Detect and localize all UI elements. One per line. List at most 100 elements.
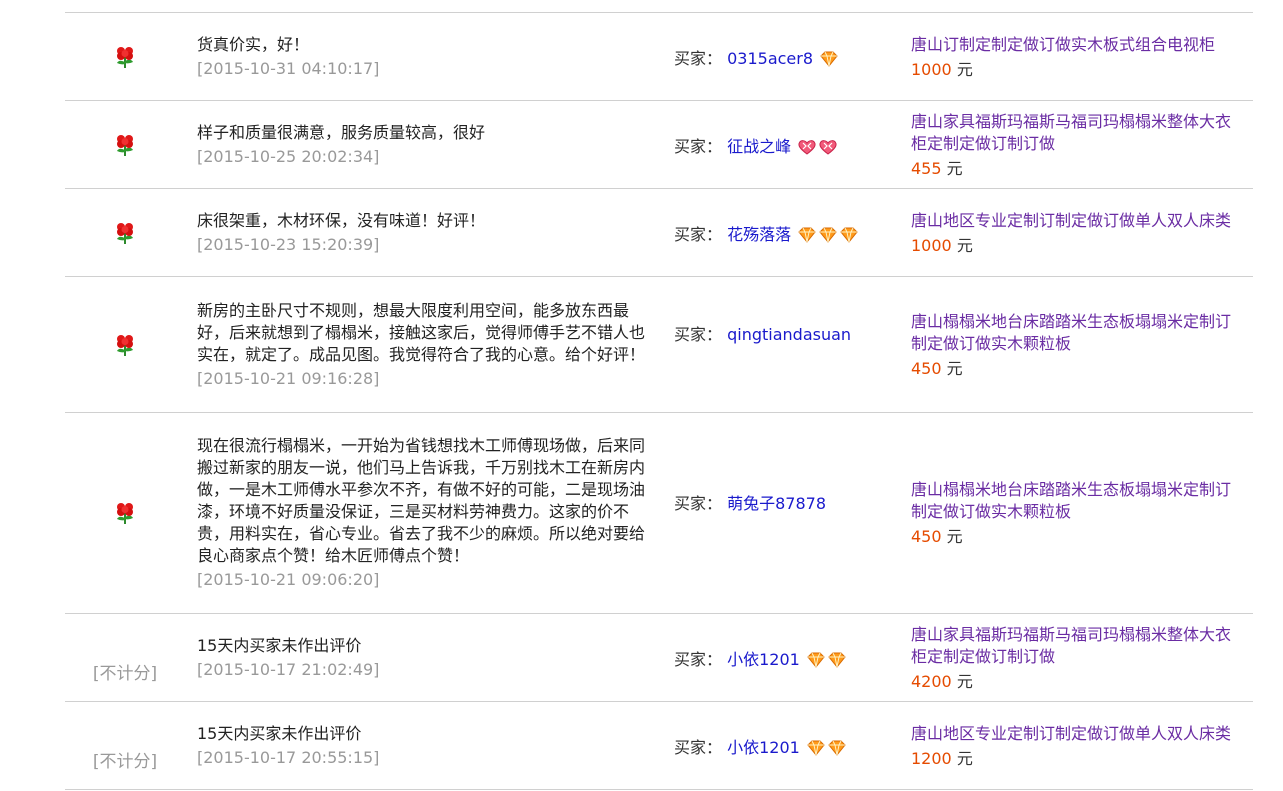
currency-label: 元 — [956, 59, 973, 79]
top-divider — [65, 0, 1253, 13]
item-title-link[interactable]: 唐山地区专业定制订制定做订做单人双人床类 — [911, 723, 1241, 745]
item-cell: 唐山地区专业定制订制定做订做单人双人床类 1000 元 — [911, 189, 1251, 276]
buyer-rank-badge — [797, 227, 859, 243]
buyer-rank-badge — [674, 349, 851, 380]
comment-cell: 床很架重，木材环保，没有味道！好评！ [2015-10-23 15:20:39] — [197, 189, 657, 276]
buyer-label: 买家： — [674, 649, 723, 669]
currency-label: 元 — [956, 671, 973, 691]
comment-date: [2015-10-17 21:02:49] — [197, 659, 380, 679]
comment-cell: 15天内买家未作出评价 [2015-10-17 21:02:49] — [197, 614, 657, 701]
item-price: 1200 — [911, 748, 952, 768]
buyer-cell: 买家： 小依1201 — [674, 702, 894, 789]
diamond-rank-icon — [818, 227, 838, 243]
item-cell: 唐山家具福斯玛福斯马福司玛榻榻米整体大衣柜定制定做订制订做 455 元 — [911, 101, 1251, 188]
comment-date: [2015-10-21 09:16:28] — [197, 368, 380, 388]
buyer-name-link[interactable]: 小依1201 — [727, 650, 800, 669]
rating-cell — [65, 101, 185, 188]
item-title-link[interactable]: 唐山榻榻米地台床踏踏米生态板塌塌米定制订制定做订做实木颗粒板 — [911, 311, 1241, 355]
review-row: 货真价实，好！ [2015-10-31 04:10:17] 买家： 0315ac… — [65, 13, 1253, 101]
item-price: 1000 — [911, 235, 952, 255]
buyer-rank-badge — [806, 652, 847, 668]
comment-text: 15天内买家未作出评价 — [197, 723, 362, 743]
rating-cell: [不计分] — [65, 614, 185, 701]
review-row: [不计分] 15天内买家未作出评价 [2015-10-17 21:02:49] … — [65, 614, 1253, 702]
buyer-label: 买家： — [674, 325, 723, 344]
item-price: 450 — [911, 358, 942, 378]
item-title-link[interactable]: 唐山地区专业定制订制定做订做单人双人床类 — [911, 210, 1241, 232]
review-row: 现在很流行榻榻米，一开始为省钱想找木工师傅现场做，后来同搬过新家的朋友一说，他们… — [65, 413, 1253, 614]
diamond-rank-icon — [839, 227, 859, 243]
rating-cell — [65, 413, 185, 613]
comment-text: 15天内买家未作出评价 — [197, 635, 362, 655]
rating-cell — [65, 189, 185, 276]
heart-rank-icon — [818, 139, 838, 155]
comment-text: 样子和质量很满意，服务质量较高，很好 — [197, 122, 486, 142]
buyer-rank-badge — [797, 139, 838, 155]
diamond-rank-icon — [806, 740, 826, 756]
review-row: 新房的主卧尺寸不规则，想最大限度利用空间，能多放东西最好，后来就想到了榻榻米，接… — [65, 277, 1253, 413]
comment-date: [2015-10-25 20:02:34] — [197, 146, 380, 166]
item-cell: 唐山地区专业定制订制定做订做单人双人床类 1200 元 — [911, 702, 1251, 789]
buyer-name-link[interactable]: 花殇落落 — [727, 225, 791, 244]
item-cell: 唐山家具福斯玛福斯马福司玛榻榻米整体大衣柜定制定做订制订做 4200 元 — [911, 614, 1251, 701]
buyer-rank-badge — [806, 740, 847, 756]
comment-date: [2015-10-23 15:20:39] — [197, 234, 380, 254]
buyer-label: 买家： — [674, 224, 723, 244]
item-title-link[interactable]: 唐山榻榻米地台床踏踏米生态板塌塌米定制订制定做订做实木颗粒板 — [911, 479, 1241, 523]
item-price: 455 — [911, 158, 942, 178]
no-score-label: [不计分] — [92, 752, 158, 772]
rating-cell — [65, 277, 185, 412]
item-cell: 唐山榻榻米地台床踏踏米生态板塌塌米定制订制定做订做实木颗粒板 450 元 — [911, 413, 1251, 613]
review-row: 床很架重，木材环保，没有味道！好评！ [2015-10-23 15:20:39]… — [65, 189, 1253, 277]
diamond-rank-icon — [819, 51, 839, 67]
flower-icon — [114, 221, 136, 245]
diamond-rank-icon — [797, 227, 817, 243]
currency-label: 元 — [946, 527, 963, 546]
diamond-rank-icon — [827, 740, 847, 756]
flower-icon — [114, 501, 136, 525]
buyer-name-link[interactable]: 征战之峰 — [727, 137, 791, 156]
comment-cell: 样子和质量很满意，服务质量较高，很好 [2015-10-25 20:02:34] — [197, 101, 657, 188]
buyer-cell: 买家： 小依1201 — [674, 614, 894, 701]
comment-text: 货真价实，好！ — [197, 34, 310, 54]
review-row: [不计分] 15天内买家未作出评价 [2015-10-17 20:55:15] … — [65, 702, 1253, 790]
currency-label: 元 — [956, 748, 973, 768]
comment-date: [2015-10-17 20:55:15] — [197, 747, 380, 767]
item-cell: 唐山订制定制定做订做实木板式组合电视柜 1000 元 — [911, 13, 1251, 100]
review-list: 货真价实，好！ [2015-10-31 04:10:17] 买家： 0315ac… — [65, 0, 1253, 790]
item-price: 1000 — [911, 59, 952, 79]
comment-text: 新房的主卧尺寸不规则，想最大限度利用空间，能多放东西最好，后来就想到了榻榻米，接… — [197, 300, 646, 364]
rating-cell: [不计分] — [65, 702, 185, 789]
buyer-name-link[interactable]: 萌兔子87878 — [727, 494, 826, 513]
buyer-name-link[interactable]: qingtiandasuan — [727, 325, 851, 344]
flower-icon — [114, 45, 136, 69]
item-price: 4200 — [911, 671, 952, 691]
comment-text: 床很架重，木材环保，没有味道！好评！ — [197, 210, 486, 230]
buyer-rank-badge — [674, 518, 826, 549]
buyer-label: 买家： — [674, 737, 723, 757]
heart-rank-icon — [797, 139, 817, 155]
buyer-cell: 买家： qingtiandasuan — [674, 277, 894, 412]
review-row: 样子和质量很满意，服务质量较高，很好 [2015-10-25 20:02:34]… — [65, 101, 1253, 189]
comment-cell: 现在很流行榻榻米，一开始为省钱想找木工师傅现场做，后来同搬过新家的朋友一说，他们… — [197, 413, 657, 613]
comment-cell: 新房的主卧尺寸不规则，想最大限度利用空间，能多放东西最好，后来就想到了榻榻米，接… — [197, 277, 657, 412]
buyer-name-link[interactable]: 小依1201 — [727, 738, 800, 757]
buyer-cell: 买家： 0315acer8 — [674, 13, 894, 100]
flower-icon — [114, 133, 136, 157]
item-title-link[interactable]: 唐山家具福斯玛福斯马福司玛榻榻米整体大衣柜定制定做订制订做 — [911, 624, 1241, 668]
item-title-link[interactable]: 唐山订制定制定做订做实木板式组合电视柜 — [911, 34, 1241, 56]
currency-label: 元 — [956, 235, 973, 255]
item-title-link[interactable]: 唐山家具福斯玛福斯马福司玛榻榻米整体大衣柜定制定做订制订做 — [911, 111, 1241, 155]
buyer-name-link[interactable]: 0315acer8 — [727, 49, 813, 68]
buyer-label: 买家： — [674, 493, 723, 513]
currency-label: 元 — [946, 358, 963, 378]
diamond-rank-icon — [827, 652, 847, 668]
buyer-cell: 买家： 花殇落落 — [674, 189, 894, 276]
comment-date: [2015-10-31 04:10:17] — [197, 58, 380, 78]
item-price: 450 — [911, 527, 942, 546]
item-cell: 唐山榻榻米地台床踏踏米生态板塌塌米定制订制定做订做实木颗粒板 450 元 — [911, 277, 1251, 412]
buyer-label: 买家： — [674, 48, 723, 68]
diamond-rank-icon — [806, 652, 826, 668]
buyer-label: 买家： — [674, 136, 723, 156]
buyer-rank-badge — [819, 51, 839, 67]
